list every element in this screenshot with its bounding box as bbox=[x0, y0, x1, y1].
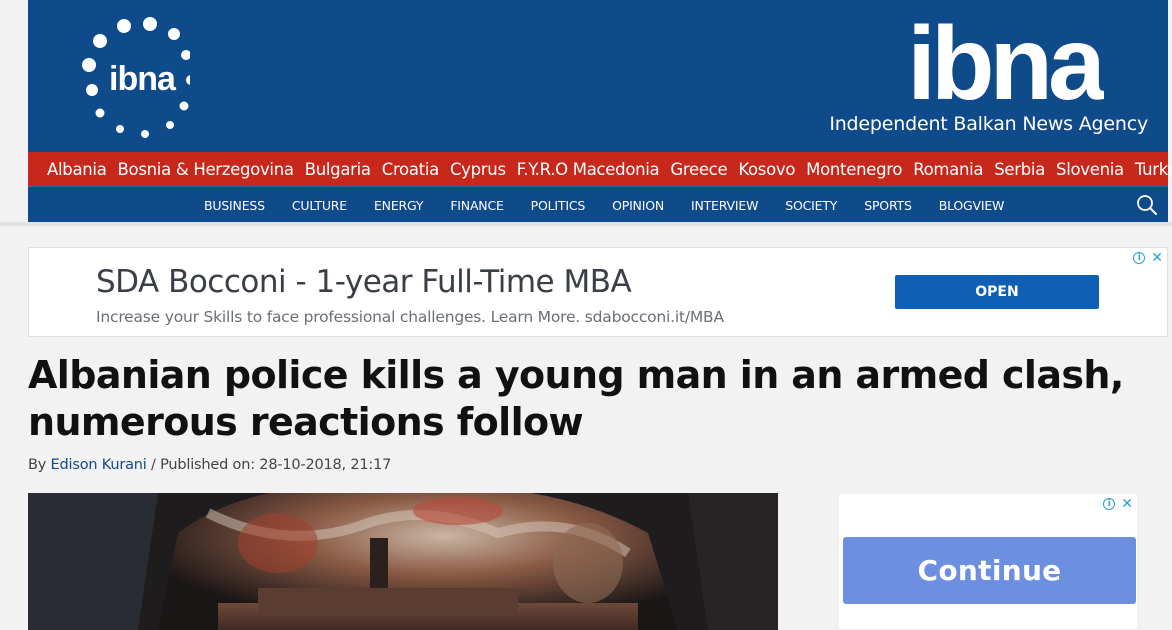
author-link[interactable]: Edison Kurani bbox=[51, 457, 147, 473]
ad-title[interactable]: SDA Bocconi - 1-year Full-Time MBA bbox=[96, 264, 632, 300]
site-header: ibna ibna Independent Balkan News Agency bbox=[28, 0, 1168, 152]
ibna-wordmark-logo[interactable]: ibna bbox=[904, 6, 1112, 122]
article-byline: By Edison Kurani / Published on: 28-10-2… bbox=[28, 457, 391, 473]
section-link-energy[interactable]: ENERGY bbox=[374, 198, 424, 213]
section-link-opinion[interactable]: OPINION bbox=[612, 198, 664, 213]
site-tagline: Independent Balkan News Agency bbox=[829, 113, 1148, 135]
ad-choices: i ✕ bbox=[1133, 250, 1163, 266]
country-link-serbia[interactable]: Serbia bbox=[994, 160, 1045, 179]
country-link-albania[interactable]: Albania bbox=[47, 160, 107, 179]
continue-button[interactable]: Continue bbox=[843, 537, 1136, 604]
ad-description[interactable]: Increase your Skills to face professiona… bbox=[96, 308, 724, 326]
section-nav: BUSINESS CULTURE ENERGY FINANCE POLITICS… bbox=[28, 186, 1168, 222]
country-link-montenegro[interactable]: Montenegro bbox=[806, 160, 902, 179]
country-link-kosovo[interactable]: Kosovo bbox=[738, 160, 795, 179]
ibna-circle-logo-icon: ibna bbox=[82, 17, 196, 138]
country-link-turkey[interactable]: Turkey bbox=[1135, 160, 1172, 179]
country-nav: Albania Bosnia & Herzegovina Bulgaria Cr… bbox=[28, 152, 1172, 186]
side-ad-close-icon[interactable]: ✕ bbox=[1121, 496, 1133, 512]
ibna-circle-logo[interactable]: ibna bbox=[50, 8, 196, 138]
published-date: / Published on: 28-10-2018, 21:17 bbox=[146, 457, 392, 473]
ad-close-icon[interactable]: ✕ bbox=[1151, 250, 1163, 266]
ad-open-button[interactable]: OPEN bbox=[895, 275, 1099, 309]
byline-prefix: By bbox=[28, 457, 51, 473]
ibna-wordmark-icon: ibna bbox=[907, 6, 1112, 122]
article-photo-image bbox=[28, 493, 778, 630]
side-ad-info-icon[interactable]: i bbox=[1103, 498, 1116, 510]
section-link-business[interactable]: BUSINESS bbox=[204, 198, 265, 213]
ad-info-icon[interactable]: i bbox=[1133, 252, 1146, 264]
search-icon[interactable] bbox=[1136, 194, 1158, 216]
section-link-politics[interactable]: POLITICS bbox=[531, 198, 586, 213]
country-link-romania[interactable]: Romania bbox=[913, 160, 983, 179]
country-link-cyprus[interactable]: Cyprus bbox=[450, 160, 506, 179]
country-link-macedonia[interactable]: F.Y.R.O Macedonia bbox=[517, 160, 660, 179]
section-link-finance[interactable]: FINANCE bbox=[450, 198, 504, 213]
section-link-interview[interactable]: INTERVIEW bbox=[691, 198, 758, 213]
section-link-sports[interactable]: SPORTS bbox=[864, 198, 912, 213]
article-photo bbox=[28, 493, 778, 630]
side-ad[interactable]: i ✕ Continue bbox=[838, 493, 1138, 630]
header-divider bbox=[0, 222, 1172, 226]
section-link-society[interactable]: SOCIETY bbox=[785, 198, 837, 213]
svg-text:ibna: ibna bbox=[109, 60, 177, 98]
country-link-croatia[interactable]: Croatia bbox=[382, 160, 440, 179]
side-ad-choices: i ✕ bbox=[1103, 496, 1133, 512]
section-link-blogview[interactable]: BLOGVIEW bbox=[939, 198, 1005, 213]
country-link-slovenia[interactable]: Slovenia bbox=[1056, 160, 1124, 179]
page-left-margin bbox=[0, 0, 28, 222]
country-link-bosnia[interactable]: Bosnia & Herzegovina bbox=[118, 160, 294, 179]
country-link-greece[interactable]: Greece bbox=[670, 160, 727, 179]
svg-text:ibna: ibna bbox=[907, 6, 1104, 106]
country-link-bulgaria[interactable]: Bulgaria bbox=[305, 160, 371, 179]
ad-banner[interactable]: SDA Bocconi - 1-year Full-Time MBA Incre… bbox=[28, 247, 1168, 337]
article-title: Albanian police kills a young man in an … bbox=[28, 353, 1124, 444]
section-link-culture[interactable]: CULTURE bbox=[292, 198, 347, 213]
